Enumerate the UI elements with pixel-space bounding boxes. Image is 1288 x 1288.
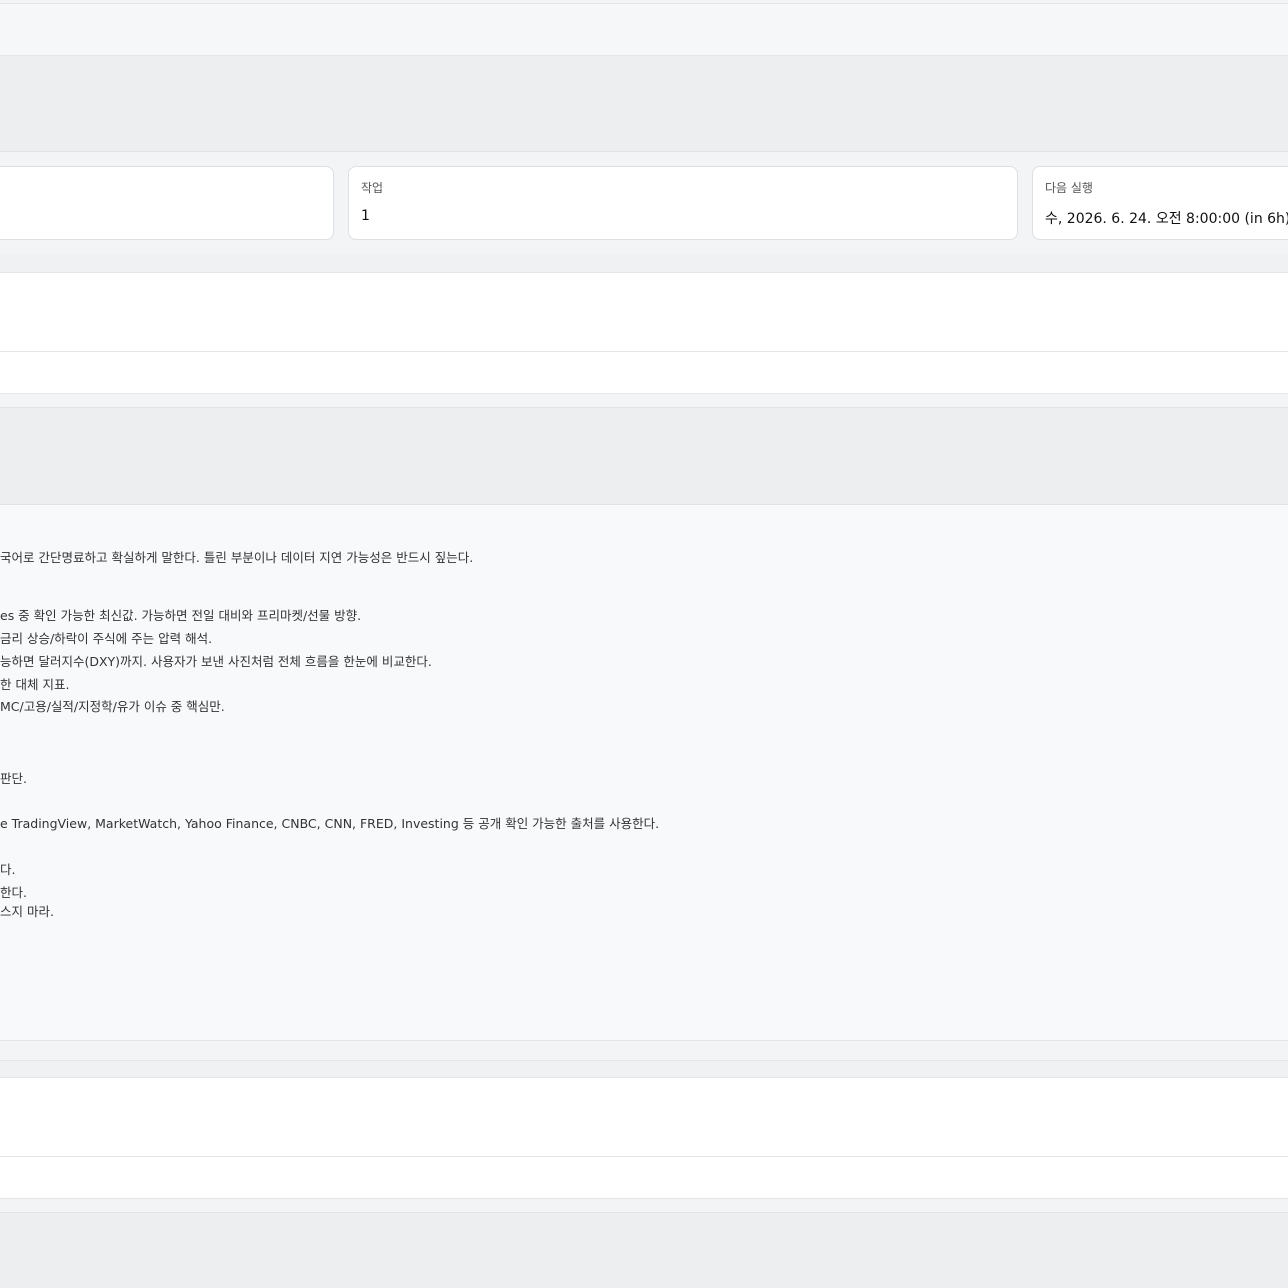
list-item[interactable]: [0, 272, 1288, 352]
stat-label: 다음 실행: [1045, 181, 1093, 195]
list-item-footer: [0, 352, 1288, 394]
divider: [0, 1060, 1288, 1077]
stat-label: 작업: [361, 181, 384, 195]
prompt-line: MC/고용/실적/지정학/유가 이슈 중 핵심만.: [0, 699, 225, 714]
stat-value: 1: [361, 208, 370, 224]
prompt-line: 국어로 간단명료하고 확실하게 말한다. 틀린 부분이나 데이터 지연 가능성은…: [0, 550, 474, 565]
divider: [0, 254, 1288, 272]
stat-card-next-run: 다음 실행 수, 2026. 6. 24. 오전 8:00:00 (in 6h): [1032, 166, 1288, 240]
list-item-footer: [0, 1157, 1288, 1199]
list-item[interactable]: [0, 1077, 1288, 1157]
prompt-line: 판단.: [0, 771, 27, 786]
prompt-line: e TradingView, MarketWatch, Yahoo Financ…: [0, 816, 660, 831]
prompt-line: es 중 확인 가능한 최신값. 가능하면 전일 대비와 프리마켓/선물 방향.: [0, 608, 362, 623]
prompt-line: 다.: [0, 862, 16, 877]
section-header: [0, 407, 1288, 505]
divider: [0, 394, 1288, 407]
top-toolbar: [0, 3, 1288, 56]
section-header: [0, 1212, 1288, 1288]
stat-value: 수, 2026. 6. 24. 오전 8:00:00 (in 6h): [1045, 211, 1288, 227]
divider: [0, 1041, 1288, 1060]
stat-card: [0, 166, 334, 240]
section-header: [0, 56, 1288, 152]
prompt-line: 스지 마라.: [0, 904, 54, 919]
prompt-line: 금리 상승/하락이 주식에 주는 압력 해석.: [0, 631, 213, 646]
prompt-line: 한 대체 지표.: [0, 677, 70, 692]
stat-card-jobs: 작업 1: [348, 166, 1018, 240]
prompt-line: 한다.: [0, 885, 27, 900]
prompt-text-block: 국어로 간단명료하고 확실하게 말한다. 틀린 부분이나 데이터 지연 가능성은…: [0, 505, 1288, 1041]
prompt-line: 능하면 달러지수(DXY)까지. 사용자가 보낸 사진처럼 전체 흐름을 한눈에…: [0, 654, 432, 669]
divider: [0, 1199, 1288, 1212]
